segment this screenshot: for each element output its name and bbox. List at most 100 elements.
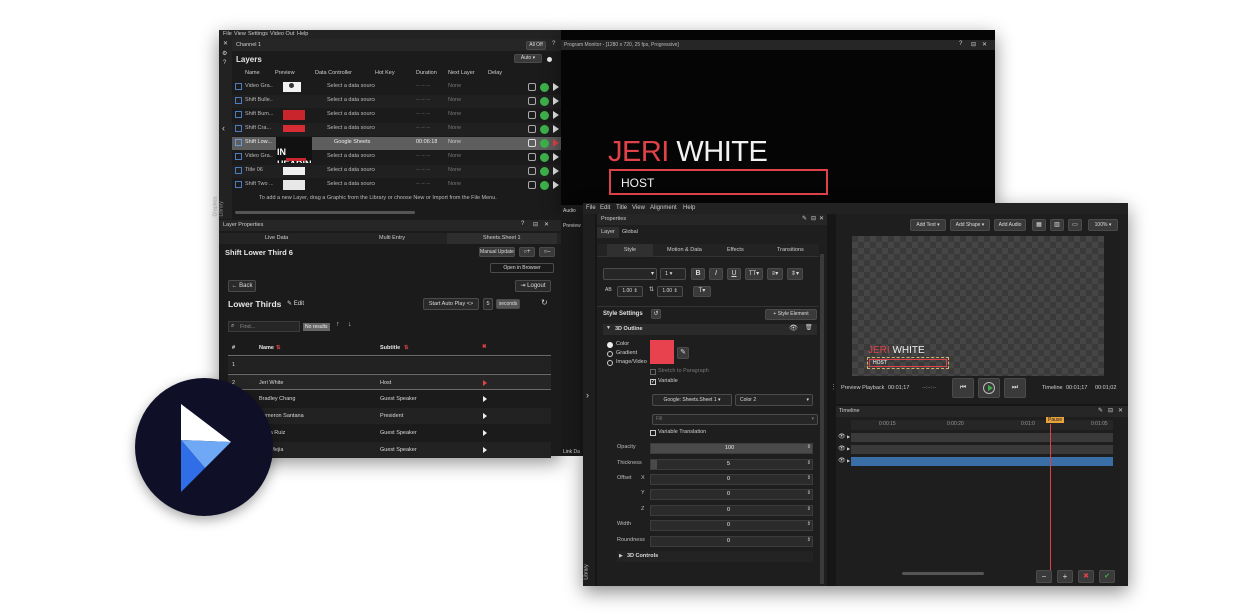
track-row[interactable]: 👁 ▶ xyxy=(836,433,1113,442)
settings-icon[interactable]: ⚙ xyxy=(222,50,227,57)
close-icon[interactable]: ✕ xyxy=(819,215,824,222)
next-layer-select[interactable]: None xyxy=(448,125,461,131)
table-row[interactable]: 1 xyxy=(228,357,551,373)
preview-canvas[interactable]: JERI WHITE HOST xyxy=(852,236,1104,376)
link-icon[interactable] xyxy=(528,167,536,175)
italic-button[interactable]: I xyxy=(709,268,723,280)
back-button[interactable]: ← Back xyxy=(228,280,256,292)
horizontal-scrollbar[interactable] xyxy=(235,211,415,214)
help-icon[interactable]: ? xyxy=(959,41,962,47)
valign-button[interactable]: ⇕▾ xyxy=(787,268,803,280)
play-icon[interactable] xyxy=(553,167,559,175)
edit-button[interactable]: ✎ Edit xyxy=(287,300,304,307)
help-icon[interactable]: ? xyxy=(552,41,555,47)
check-icon[interactable] xyxy=(540,139,549,148)
check-icon[interactable] xyxy=(540,167,549,176)
eye-icon[interactable]: 👁 xyxy=(838,457,846,464)
play-icon[interactable] xyxy=(553,111,559,119)
next-layer-select[interactable]: None xyxy=(448,153,461,159)
menu-help[interactable]: Help xyxy=(297,31,308,37)
expand-icon[interactable]: ▶ xyxy=(847,446,850,451)
width-input[interactable]: 0 ⇕ xyxy=(650,520,813,531)
zoom-in-button[interactable]: + xyxy=(1057,570,1073,583)
eye-icon[interactable]: 👁 xyxy=(838,433,846,440)
link-icon[interactable] xyxy=(528,111,536,119)
check-icon[interactable] xyxy=(540,83,549,92)
eye-icon[interactable]: 👁 xyxy=(838,445,846,452)
radio-color[interactable] xyxy=(607,342,613,348)
tab-live-data[interactable]: Live Data xyxy=(265,235,288,241)
link-icon[interactable] xyxy=(528,125,536,133)
tab-style[interactable]: Style xyxy=(607,244,653,257)
seconds-input[interactable]: 5 xyxy=(483,298,493,310)
menu-settings[interactable]: Settings xyxy=(248,31,268,37)
tab-global[interactable]: Global xyxy=(622,227,638,238)
sort-icon[interactable]: ⇅ xyxy=(276,345,281,351)
close-icon[interactable]: ✕ xyxy=(544,221,549,228)
step-back-button[interactable]: ⏮ xyxy=(952,378,974,398)
menu-file[interactable]: File xyxy=(223,31,232,37)
leading-input[interactable]: 1.00 ⇕ xyxy=(657,286,683,297)
play-icon[interactable] xyxy=(553,83,559,91)
color-swatch[interactable] xyxy=(650,340,674,364)
pin-icon[interactable]: ✎ xyxy=(802,215,807,222)
close-icon[interactable]: ✕ xyxy=(1118,407,1123,414)
menu-view[interactable]: View xyxy=(632,205,645,211)
link-icon[interactable] xyxy=(528,153,536,161)
layer-row[interactable]: Shift Bum... Select a data source -- -- … xyxy=(232,109,561,122)
open-in-browser-button[interactable]: Open in Browser xyxy=(490,263,554,273)
data-source-select[interactable]: Google: Sheets.Sheet 1 ▾ xyxy=(652,394,732,406)
fill-select[interactable]: Fill ▾ xyxy=(652,414,818,425)
manual-update-button[interactable]: Manual Update xyxy=(479,247,515,257)
play-icon[interactable] xyxy=(483,413,487,419)
tab-channel-1[interactable]: Channel 1 xyxy=(236,42,261,48)
check-icon[interactable] xyxy=(540,181,549,190)
add-audio-button[interactable]: Add Audio xyxy=(994,219,1026,231)
track-bar[interactable] xyxy=(851,433,1113,442)
add-toggle-button[interactable]: ○+ xyxy=(519,247,535,257)
table-row[interactable]: 4 Cameron Santana President xyxy=(228,408,551,424)
play-icon[interactable] xyxy=(483,396,487,402)
dock-icon[interactable]: ⊟ xyxy=(811,215,816,222)
logout-button[interactable]: ⇥ Logout xyxy=(515,280,551,292)
radio-image-video[interactable] xyxy=(607,360,613,366)
properties-scrollbar[interactable] xyxy=(820,254,824,584)
offset-z-input[interactable]: 0 ⇕ xyxy=(650,505,813,516)
playhead-line[interactable] xyxy=(1050,424,1051,572)
pin-icon[interactable]: ⊟ xyxy=(533,221,538,228)
tab-layer[interactable]: Layer xyxy=(597,227,619,238)
layer-row[interactable]: Title 06 Select a data source -- -- -- N… xyxy=(232,165,561,178)
offset-y-input[interactable]: 0 ⇕ xyxy=(650,489,813,500)
add-style-element-button[interactable]: + Style Element xyxy=(765,309,817,320)
record-dot-icon[interactable] xyxy=(547,57,552,62)
play-icon[interactable] xyxy=(483,430,487,436)
table-row[interactable]: 5 Stella Ruiz Guest Speaker xyxy=(228,425,551,441)
start-auto-play-button[interactable]: Start Auto Play <> xyxy=(423,298,479,310)
baseline-button[interactable]: T▾ xyxy=(693,286,711,297)
expand-icon[interactable]: ▶ xyxy=(847,458,850,463)
layer-row[interactable]: Shift Bulle... Select a data source -- -… xyxy=(232,95,561,108)
track-bar[interactable] xyxy=(851,445,1113,454)
trash-icon[interactable]: 🗑 xyxy=(805,324,813,331)
bold-button[interactable]: B xyxy=(691,268,705,280)
collapse-left-icon[interactable]: ‹ xyxy=(222,123,225,133)
timeline-ruler[interactable]: 0:00:15 0:00:20 0:01:0 0:01:05 xyxy=(851,420,1113,430)
menu-edit[interactable]: Edit xyxy=(600,205,610,211)
play-icon[interactable] xyxy=(553,153,559,161)
play-icon-active[interactable] xyxy=(553,139,559,147)
next-layer-select[interactable]: None xyxy=(448,167,461,173)
variable-checkbox[interactable]: ✓ xyxy=(650,379,656,385)
help-icon[interactable]: ? xyxy=(223,60,226,66)
table-row[interactable]: 6 Rita Mejia Guest Speaker xyxy=(228,442,551,458)
eye-icon[interactable]: 👁 xyxy=(789,324,798,332)
play-icon[interactable] xyxy=(483,447,487,453)
check-icon[interactable] xyxy=(540,125,549,134)
toggle-switch[interactable]: ○‒ xyxy=(539,247,555,257)
font-family-select[interactable]: ▾ xyxy=(603,268,657,280)
preview-label[interactable]: Preview xyxy=(563,223,581,229)
refresh-icon[interactable]: ↻ xyxy=(541,298,548,307)
grid-icon[interactable]: ▥ xyxy=(1050,219,1064,231)
dock-icon[interactable]: ⊟ xyxy=(1108,407,1113,414)
cancel-button[interactable]: ✖ xyxy=(1078,570,1094,583)
step-forward-button[interactable]: ⏭ xyxy=(1004,378,1026,398)
